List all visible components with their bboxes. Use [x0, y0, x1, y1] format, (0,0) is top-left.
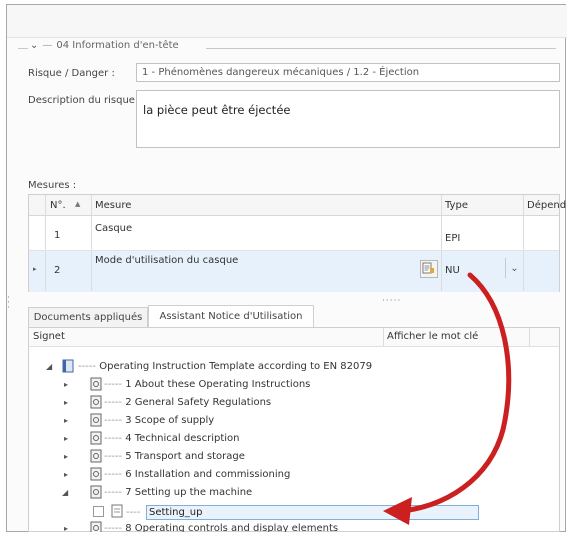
red-annotation-arrow — [383, 272, 512, 525]
